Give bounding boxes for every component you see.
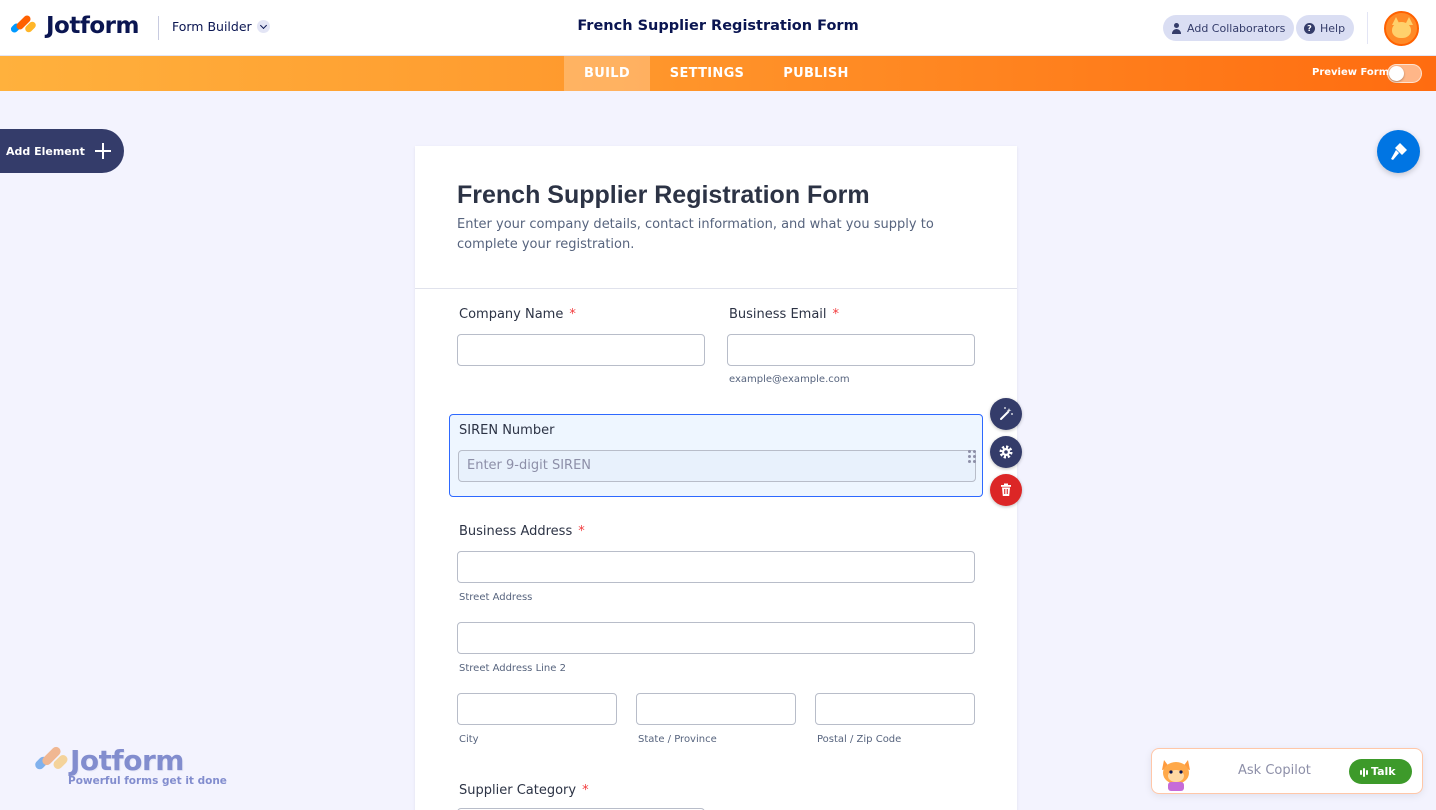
siren-label: SIREN Number (459, 423, 555, 438)
supplier-category-label-text: Supplier Category (459, 783, 577, 798)
jotform-logo[interactable]: Jotform (9, 13, 139, 39)
form-builder-dropdown[interactable]: Form Builder (172, 19, 270, 34)
ask-copilot-label: Ask Copilot (1238, 763, 1311, 778)
add-collaborators-button[interactable]: Add Collaborators (1163, 15, 1295, 41)
tab-settings[interactable]: SETTINGS (658, 56, 756, 91)
jotform-logo-icon (33, 744, 70, 776)
watermark-text: Jotform (70, 744, 184, 777)
jotform-logo-icon (9, 13, 38, 39)
talk-label: Talk (1371, 765, 1396, 778)
city-sublabel: City (459, 734, 479, 745)
field-wizard-button[interactable] (990, 398, 1022, 430)
city-input[interactable] (457, 693, 617, 725)
tab-build[interactable]: BUILD (564, 56, 650, 91)
ask-copilot-widget[interactable]: Ask Copilot Talk (1151, 748, 1423, 794)
add-element-label: Add Element (6, 144, 85, 158)
postal-code-sublabel: Postal / Zip Code (817, 734, 902, 745)
required-mark: * (569, 307, 576, 322)
nav-bar: BUILD SETTINGS PUBLISH Preview Form (0, 56, 1436, 91)
business-email-input[interactable] (727, 334, 975, 366)
siren-input[interactable]: Enter 9-digit SIREN (458, 450, 976, 482)
form-builder-label: Form Builder (172, 19, 252, 34)
magic-wand-icon (1000, 407, 1013, 420)
business-address-label-text: Business Address (459, 524, 573, 539)
form-title[interactable]: French Supplier Registration Form (457, 181, 870, 210)
chevron-down-icon (256, 20, 270, 33)
business-email-label: Business Email * (729, 307, 839, 322)
company-name-input[interactable] (457, 334, 705, 366)
form-header[interactable]: French Supplier Registration Form Enter … (415, 146, 1017, 289)
gear-icon (999, 445, 1013, 459)
divider (158, 16, 159, 40)
company-name-label-text: Company Name (459, 307, 564, 322)
add-element-button[interactable]: Add Element (0, 129, 124, 173)
street-address-input[interactable] (457, 551, 975, 583)
delete-field-button[interactable] (990, 474, 1022, 506)
business-address-label: Business Address * (459, 524, 585, 539)
required-mark: * (582, 783, 589, 798)
add-collaborators-label: Add Collaborators (1187, 21, 1286, 35)
paint-roller-icon (1391, 143, 1407, 160)
street-address-line2-input[interactable] (457, 622, 975, 654)
street-address-line2-sublabel: Street Address Line 2 (459, 663, 566, 674)
copilot-avatar-icon (1162, 760, 1190, 791)
sound-wave-icon (1360, 767, 1369, 777)
supplier-category-label: Supplier Category * (459, 783, 589, 798)
help-icon: ? (1304, 22, 1315, 34)
tab-publish[interactable]: PUBLISH (772, 56, 860, 91)
business-email-label-text: Business Email (729, 307, 827, 322)
top-bar: Jotform Form Builder French Supplier Reg… (0, 0, 1436, 56)
form-subtitle[interactable]: Enter your company details, contact info… (457, 215, 977, 255)
street-address-sublabel: Street Address (459, 592, 533, 603)
person-icon (1171, 22, 1182, 34)
divider (1367, 12, 1368, 44)
preview-form-label: Preview Form (1312, 67, 1390, 78)
siren-field-selected[interactable]: SIREN Number Enter 9-digit SIREN (449, 414, 983, 497)
postal-code-input[interactable] (815, 693, 975, 725)
required-mark: * (578, 524, 585, 539)
form-designer-button[interactable] (1377, 130, 1420, 173)
avatar[interactable] (1384, 11, 1419, 46)
talk-button[interactable]: Talk (1349, 759, 1412, 784)
state-input[interactable] (636, 693, 796, 725)
field-properties-button[interactable] (990, 436, 1022, 468)
trash-icon (1001, 483, 1011, 496)
plus-icon (95, 143, 111, 159)
email-sublabel: example@example.com (729, 374, 850, 385)
watermark-tagline: Powerful forms get it done (68, 775, 227, 787)
company-name-label: Company Name * (459, 307, 576, 322)
required-mark: * (832, 307, 840, 322)
form-title-top[interactable]: French Supplier Registration Form (577, 18, 858, 34)
drag-handle-icon[interactable] (968, 450, 976, 464)
logo-text: Jotform (46, 13, 139, 39)
form-card: French Supplier Registration Form Enter … (415, 146, 1017, 810)
preview-form-toggle[interactable] (1387, 64, 1422, 83)
help-label: Help (1320, 21, 1346, 35)
help-button[interactable]: ? Help (1296, 15, 1355, 41)
state-sublabel: State / Province (638, 734, 717, 745)
